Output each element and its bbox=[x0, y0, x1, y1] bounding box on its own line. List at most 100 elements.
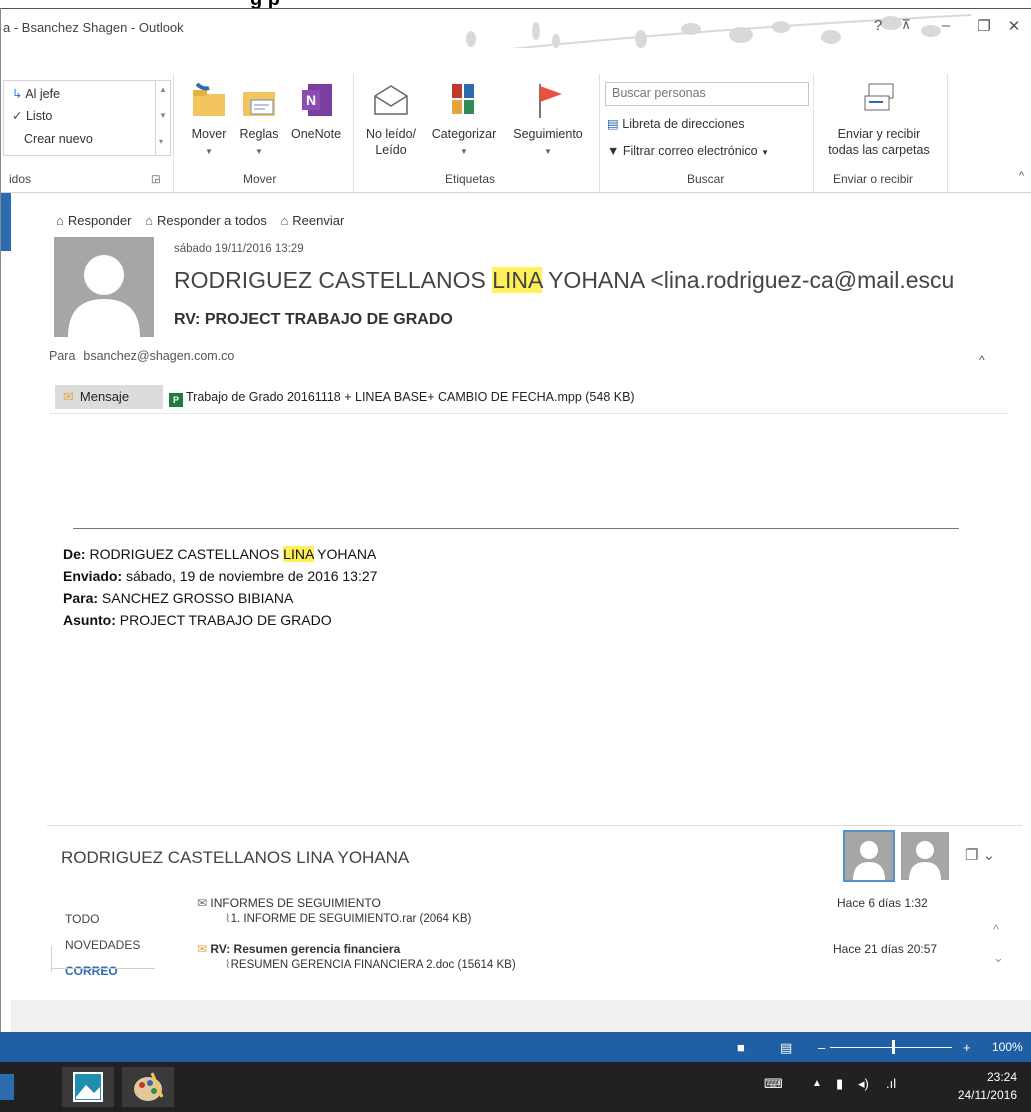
reply-button[interactable]: ⌂ Responder bbox=[56, 213, 131, 228]
group-label-send-receive: Enviar o recibir bbox=[833, 172, 914, 186]
group-separator bbox=[353, 74, 354, 192]
paint-taskbar-button[interactable] bbox=[122, 1067, 174, 1107]
reading-pane: ⌂ Responder ⌂ Responder a todos ⌂ Reenviar … bbox=[11, 193, 1022, 1013]
message-date: sábado 19/11/2016 13:29 bbox=[174, 243, 304, 255]
photos-taskbar-button[interactable] bbox=[62, 1067, 114, 1107]
move-button[interactable]: Mover ▼ bbox=[181, 80, 237, 160]
group-label-find: Buscar bbox=[687, 172, 725, 186]
group-separator bbox=[813, 74, 814, 192]
contact-avatar-selected[interactable] bbox=[843, 830, 895, 882]
quick-step-listo[interactable]: ✓ Listo bbox=[12, 108, 52, 123]
group-separator bbox=[173, 74, 174, 192]
address-book-button[interactable]: ▤ Libreta de direcciones bbox=[607, 116, 745, 131]
quick-step-crear-nuevo[interactable]: Crear nuevo bbox=[24, 132, 93, 146]
chevron-down-icon: ▼ bbox=[205, 147, 213, 156]
scroll-up-icon[interactable]: ▲ bbox=[159, 85, 167, 94]
quick-steps-scrollbar[interactable]: ▲ ▼ ▾ bbox=[155, 81, 170, 155]
tab-todo[interactable]: TODO bbox=[65, 912, 99, 926]
outlook-taskbar-icon[interactable] bbox=[0, 1074, 14, 1100]
sender-avatar bbox=[54, 237, 154, 337]
volume-icon[interactable]: ◂) bbox=[858, 1076, 869, 1092]
tab-novedades[interactable]: NOVEDADES bbox=[65, 938, 140, 952]
normal-view-icon[interactable]: ■ bbox=[737, 1040, 745, 1055]
ribbon-display-button[interactable]: ⊼ bbox=[893, 17, 919, 33]
chevron-down-icon: ▼ bbox=[544, 147, 552, 156]
taskbar: ⌨ ▲ ▮ ◂) .ıl 23:24 24/11/2016 bbox=[0, 1062, 1031, 1112]
contact-avatar[interactable] bbox=[901, 832, 949, 880]
people-pane-options-icon[interactable]: ❐ ⌄ bbox=[965, 846, 995, 864]
forward-icon: ⌂ bbox=[280, 213, 289, 228]
envelope-icon: ✉ bbox=[197, 942, 208, 956]
people-pane: RODRIGUEZ CASTELLANOS LINA YOHANA ❐ ⌄ TO… bbox=[47, 825, 1022, 1011]
person-icon bbox=[853, 841, 885, 880]
group-label-move: Mover bbox=[243, 172, 277, 186]
keyboard-icon[interactable]: ⌨ bbox=[764, 1076, 783, 1092]
show-hidden-icons-icon[interactable]: ▲ bbox=[812, 1078, 822, 1089]
scroll-down-icon[interactable]: ▼ bbox=[159, 111, 167, 120]
person-icon bbox=[909, 841, 941, 880]
zoom-level[interactable]: 100% bbox=[992, 1040, 1023, 1054]
reading-view-icon[interactable]: ▤ bbox=[780, 1040, 792, 1056]
network-icon[interactable]: .ıl bbox=[886, 1076, 896, 1091]
message-sender[interactable]: RODRIGUEZ CASTELLANOS LINA YOHANA <lina.… bbox=[174, 267, 979, 294]
categorize-button[interactable]: Categorizar ▼ bbox=[425, 80, 503, 160]
attachment-line: ⌇RESUMEN GERENCIA FINANCIERA 2.doc (1561… bbox=[225, 959, 516, 971]
unread-read-button[interactable]: No leído/ Leído bbox=[357, 80, 425, 158]
quick-step-al-jefe[interactable]: ↳ Al jefe bbox=[12, 86, 60, 101]
onenote-button[interactable]: N OneNote bbox=[285, 80, 347, 142]
photo-icon bbox=[73, 1072, 103, 1102]
body-divider bbox=[73, 528, 959, 529]
filter-email-button[interactable]: ▼ Filtrar correo electrónico ▼ bbox=[607, 144, 769, 158]
reply-icon: ⌂ bbox=[56, 213, 64, 228]
close-button[interactable]: ✕ bbox=[1001, 17, 1027, 35]
minimize-button[interactable]: – bbox=[933, 17, 959, 34]
mail-date: Hace 6 días 1:32 bbox=[837, 896, 928, 910]
zoom-slider[interactable] bbox=[830, 1047, 952, 1048]
arrow-icon: ↳ bbox=[12, 87, 23, 101]
quick-steps-gallery: ↳ Al jefe ✓ Listo Crear nuevo ▲ ▼ ▾ bbox=[3, 80, 171, 156]
reply-all-button[interactable]: ⌂ Responder a todos bbox=[145, 213, 267, 228]
paint-palette-icon bbox=[134, 1072, 164, 1101]
navigation-strip[interactable] bbox=[1, 193, 11, 251]
search-people-input[interactable] bbox=[606, 83, 808, 103]
forward-button[interactable]: ⌂ Reenviar bbox=[280, 213, 344, 228]
search-highlight: LINA bbox=[283, 546, 314, 562]
filter-icon: ▼ bbox=[607, 144, 620, 158]
people-pane-name: RODRIGUEZ CASTELLANOS LINA YOHANA bbox=[61, 848, 410, 867]
collapse-header-icon[interactable]: ^ bbox=[979, 353, 985, 367]
zoom-out-icon[interactable]: – bbox=[818, 1040, 825, 1055]
tab-correo[interactable]: CORREO bbox=[65, 964, 118, 978]
list-item[interactable]: ✉ RV: Resumen gerencia financiera ⌇RESUM… bbox=[197, 942, 516, 971]
maximize-button[interactable]: ❐ bbox=[971, 17, 997, 35]
envelope-icon: ✉ bbox=[63, 389, 74, 404]
help-button[interactable]: ? bbox=[865, 17, 891, 34]
chevron-down-icon: ▼ bbox=[255, 147, 263, 156]
message-subject: RV: PROJECT TRABAJO DE GRADO bbox=[174, 311, 453, 328]
search-highlight: LINA bbox=[492, 267, 543, 293]
forward-header: De: RODRIGUEZ CASTELLANOS LINA YOHANA En… bbox=[63, 546, 378, 628]
list-item[interactable]: ✉ INFORMES DE SEGUIMIENTO ⌇1. INFORME DE… bbox=[197, 896, 471, 925]
gallery-more-icon[interactable]: ▾ bbox=[159, 137, 163, 146]
to-recipient[interactable]: bsanchez@shagen.com.co bbox=[83, 349, 234, 363]
chevron-down-icon: ▼ bbox=[460, 147, 468, 156]
collapse-ribbon-icon[interactable]: ^ bbox=[1019, 170, 1024, 182]
search-people-box bbox=[605, 82, 809, 106]
rules-button[interactable]: Reglas ▼ bbox=[233, 80, 285, 160]
mail-date: Hace 21 días 20:57 bbox=[833, 942, 938, 956]
status-bar: ■ ▤ – + 100% bbox=[0, 1032, 1031, 1062]
message-actions: ⌂ Responder ⌂ Responder a todos ⌂ Reenviar bbox=[56, 213, 354, 228]
battery-icon[interactable]: ▮ bbox=[836, 1076, 843, 1092]
dialog-launcher-icon[interactable]: ◲ bbox=[151, 174, 160, 185]
zoom-slider-thumb[interactable] bbox=[892, 1040, 895, 1054]
attachment-file[interactable]: P Trabajo de Grado 20161118 + LINEA BASE+… bbox=[169, 390, 635, 407]
move-folder-icon bbox=[193, 82, 225, 116]
envelope-open-icon: ✉ bbox=[197, 896, 208, 910]
scroll-down-icon[interactable]: ⌄ bbox=[993, 950, 1004, 966]
followup-button[interactable]: Seguimiento ▼ bbox=[505, 80, 591, 160]
group-label-tags: Etiquetas bbox=[445, 172, 496, 186]
zoom-in-icon[interactable]: + bbox=[963, 1040, 971, 1055]
scroll-up-icon[interactable]: ^ bbox=[993, 922, 999, 937]
taskbar-clock[interactable]: 23:24 24/11/2016 bbox=[958, 1068, 1017, 1104]
send-receive-all-button[interactable]: Enviar y recibir todas las carpetas bbox=[815, 80, 943, 158]
message-tab[interactable]: ✉ Mensaje bbox=[55, 385, 163, 409]
